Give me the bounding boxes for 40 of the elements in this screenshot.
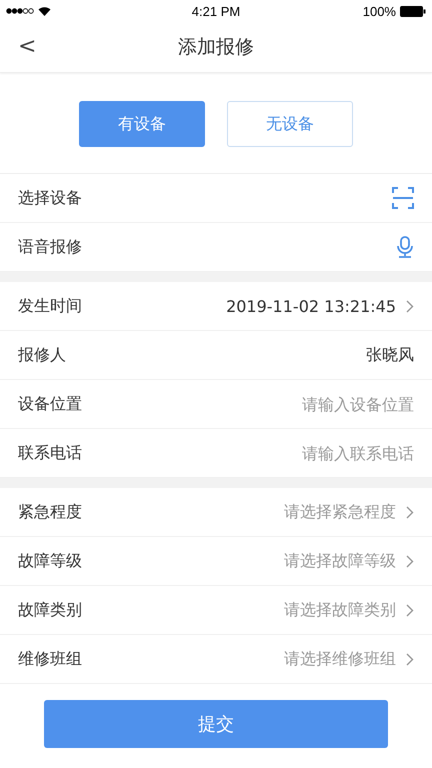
field-value: 张晓风: [366, 344, 414, 366]
field-value: 2019-11-02 13:21:45: [226, 296, 396, 316]
status-time: 4:21 PM: [192, 4, 240, 18]
form-row[interactable]: 联系电话 请输入联系电话: [0, 429, 432, 478]
microphone-icon[interactable]: [396, 236, 414, 258]
field-label: 维修班组: [18, 648, 82, 670]
field-label: 设备位置: [18, 394, 82, 414]
field-label: 故障等级: [18, 550, 82, 572]
signal-icon: [6, 8, 34, 14]
select-placeholder: 请选择故障类别: [284, 600, 396, 620]
field-label: 联系电话: [18, 442, 82, 464]
wifi-icon: [38, 6, 51, 16]
form-row[interactable]: 紧急程度 请选择紧急程度: [0, 488, 432, 537]
chevron-icon: [406, 652, 414, 666]
page-title: 添加报修: [178, 35, 254, 60]
field-label: 紧急程度: [18, 502, 82, 522]
form-row[interactable]: 选择设备: [0, 174, 432, 223]
scan-icon[interactable]: [392, 187, 414, 209]
form-row[interactable]: 语音报修: [0, 223, 432, 272]
field-label: 故障类别: [18, 600, 82, 620]
chevron-icon: [406, 604, 414, 616]
select-placeholder: 请选择紧急程度: [284, 502, 396, 522]
chevron-icon: [406, 506, 414, 518]
form-row[interactable]: 维修班组 请选择维修班组: [0, 635, 432, 684]
battery-percentage: 100%: [362, 4, 396, 18]
field-label: 报修人: [18, 344, 66, 366]
form-row[interactable]: 发生时间 2019-11-02 13:21:45: [0, 282, 432, 331]
field-label: 选择设备: [18, 188, 82, 208]
chevron-icon: [406, 300, 414, 312]
select-placeholder: 请选择维修班组: [284, 648, 396, 670]
field-label: 发生时间: [18, 296, 82, 316]
back-button[interactable]: <: [12, 32, 42, 61]
form-row[interactable]: 设备位置 请输入设备位置: [0, 380, 432, 429]
form-row[interactable]: 报修人 张晓风: [0, 331, 432, 380]
field-label: 语音报修: [18, 236, 82, 258]
form-row[interactable]: 故障等级 请选择故障等级: [0, 537, 432, 586]
chevron-icon: [406, 554, 414, 568]
select-placeholder: 请选择故障等级: [284, 550, 396, 572]
form-row[interactable]: 故障类别 请选择故障类别: [0, 586, 432, 635]
battery-icon: [400, 6, 426, 16]
